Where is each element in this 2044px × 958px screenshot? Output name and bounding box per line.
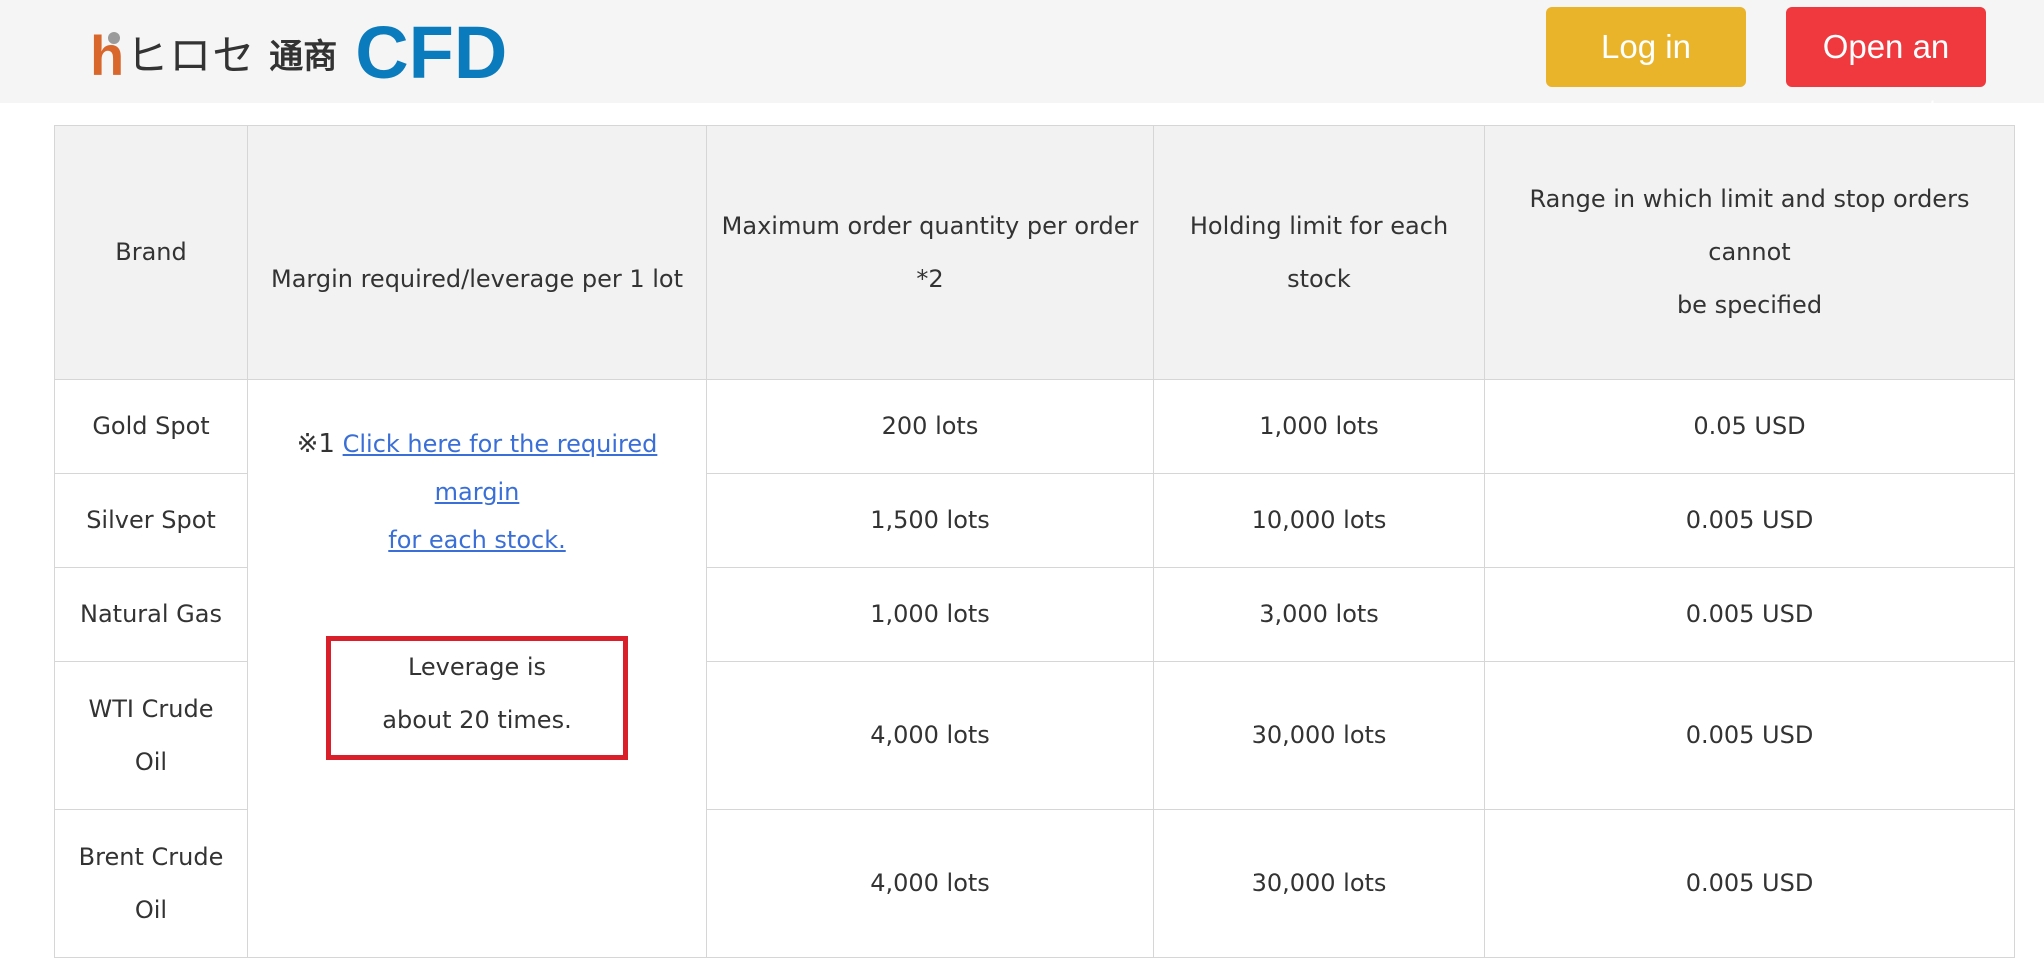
cell-holding-limit: 3,000 lots [1153, 567, 1485, 662]
cell-max-order: 4,000 lots [706, 661, 1154, 810]
cell-order-range: 0.05 USD [1484, 379, 2015, 474]
margin-note: ※1 Click here for the required margin for … [258, 380, 696, 564]
leverage-text-line2: about 20 times. [382, 706, 572, 734]
table-header-row: Brand Margin required/leverage per 1 lot… [54, 125, 2015, 380]
cell-margin-leverage: ※1 Click here for the required margin for … [247, 379, 707, 958]
cell-brand: Natural Gas [54, 567, 248, 662]
logo-h-letter: h [90, 24, 125, 87]
cell-holding-limit: 30,000 lots [1153, 661, 1485, 810]
header-brand: Brand [54, 125, 248, 380]
cfd-spec-table: Brand Margin required/leverage per 1 lot… [54, 125, 2015, 958]
cell-order-range: 0.005 USD [1484, 661, 2015, 810]
required-margin-link[interactable]: Click here for the required margin for eac… [343, 430, 658, 554]
hirose-cfd-logo[interactable]: h ヒロセ 通商 CFD [90, 11, 508, 94]
logo-kanji: 通商 [269, 37, 338, 77]
cell-brand: Brent Crude Oil [54, 809, 248, 958]
header-margin: Margin required/leverage per 1 lot [247, 125, 707, 380]
cell-holding-limit: 10,000 lots [1153, 473, 1485, 568]
header-holding-limit: Holding limit for each stock [1153, 125, 1485, 380]
cell-order-range: 0.005 USD [1484, 809, 2015, 958]
leverage-highlight-box: Leverage is about 20 times. [326, 636, 628, 760]
cell-max-order: 1,500 lots [706, 473, 1154, 568]
logo-kana: ヒロセ [126, 31, 256, 80]
leverage-text-line1: Leverage is [407, 653, 547, 681]
logo-dot-icon [108, 32, 120, 44]
cell-holding-limit: 30,000 lots [1153, 809, 1485, 958]
note-mark: ※1 [296, 429, 335, 459]
header-max-order: Maximum order quantity per order *2 [706, 125, 1154, 380]
open-account-label-line1: Open an [1822, 28, 1950, 65]
cell-order-range: 0.005 USD [1484, 567, 2015, 662]
cell-max-order: 4,000 lots [706, 809, 1154, 958]
cell-max-order: 1,000 lots [706, 567, 1154, 662]
cell-order-range: 0.005 USD [1484, 473, 2015, 568]
table-row: Gold Spot ※1 Click here for the required… [54, 379, 2015, 958]
site-header: h ヒロセ 通商 CFD Log in Open an account [0, 0, 2044, 126]
cell-brand: WTI Crude Oil [54, 661, 248, 810]
cell-brand: Gold Spot [54, 379, 248, 474]
logo-cfd: CFD [355, 11, 508, 94]
cell-holding-limit: 1,000 lots [1153, 379, 1485, 474]
login-button[interactable]: Log in [1546, 7, 1746, 87]
cell-brand: Silver Spot [54, 473, 248, 568]
header-order-range: Range in which limit and stop orders can… [1484, 125, 2015, 380]
cell-max-order: 200 lots [706, 379, 1154, 474]
open-account-button[interactable]: Open an account [1786, 7, 1986, 126]
